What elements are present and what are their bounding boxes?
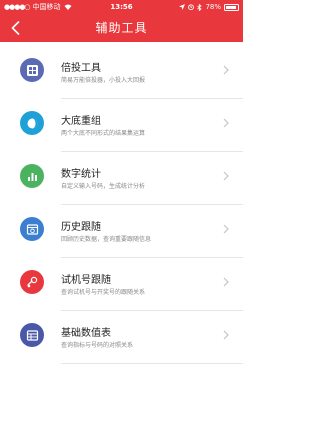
table-icon [20, 323, 44, 347]
chevron-right-icon [223, 224, 229, 234]
chevron-right-icon [223, 277, 229, 287]
tool-item-regroup[interactable]: 大底重组 两个大底不同形式的结果集运算 [0, 99, 243, 152]
row-divider [61, 363, 243, 364]
tool-item-history[interactable]: 历史跟随 回顾历史数据，查询重要跟随信息 [0, 205, 243, 258]
status-right: 78% [179, 0, 239, 14]
app-header: ●●●●○ 中国移动 13:56 78% 辅助工具 [0, 0, 243, 42]
test-number-icon [20, 270, 44, 294]
calculator-icon [20, 58, 44, 82]
chevron-right-icon [223, 330, 229, 340]
chevron-right-icon [223, 171, 229, 181]
tool-title: 数字统计 [61, 169, 101, 180]
battery-percent: 78% [205, 3, 221, 11]
tool-title: 大底重组 [61, 116, 101, 127]
tool-item-statistics[interactable]: 数字统计 自定义输入号码，生成统计分析 [0, 152, 243, 205]
tool-title: 历史跟随 [61, 222, 101, 233]
tool-title: 基础数值表 [61, 328, 111, 339]
tool-subtitle: 查询指标与号码的对照关系 [61, 342, 134, 349]
tool-item-base-table[interactable]: 基础数值表 查询指标与号码的对照关系 [0, 311, 243, 364]
merge-circles-icon [20, 111, 44, 135]
tool-subtitle: 查询试机号与开奖号的跟随关系 [61, 289, 146, 296]
tool-subtitle: 两个大底不同形式的结果集运算 [61, 130, 146, 137]
tool-subtitle: 自定义输入号码，生成统计分析 [61, 183, 146, 190]
bar-chart-icon [20, 164, 44, 188]
history-window-icon [20, 217, 44, 241]
nav-bar: 辅助工具 [0, 14, 243, 42]
alarm-icon [188, 4, 195, 10]
chevron-right-icon [223, 118, 229, 128]
tool-subtitle: 简易万能倍投器，小投入大回报 [61, 77, 146, 84]
tool-title: 倍投工具 [61, 63, 101, 74]
tool-item-multiplier[interactable]: 倍投工具 简易万能倍投器，小投入大回报 [0, 46, 243, 99]
tool-subtitle: 回顾历史数据，查询重要跟随信息 [61, 236, 152, 243]
chevron-right-icon [223, 65, 229, 75]
page-title: 辅助工具 [95, 21, 148, 35]
status-bar: ●●●●○ 中国移动 13:56 78% [0, 0, 243, 14]
bluetooth-icon [197, 3, 203, 11]
tool-item-test-number[interactable]: 试机号跟随 查询试机号与开奖号的跟随关系 [0, 258, 243, 311]
tool-title: 试机号跟随 [61, 275, 111, 286]
battery-icon [224, 3, 239, 11]
location-icon [179, 4, 186, 10]
